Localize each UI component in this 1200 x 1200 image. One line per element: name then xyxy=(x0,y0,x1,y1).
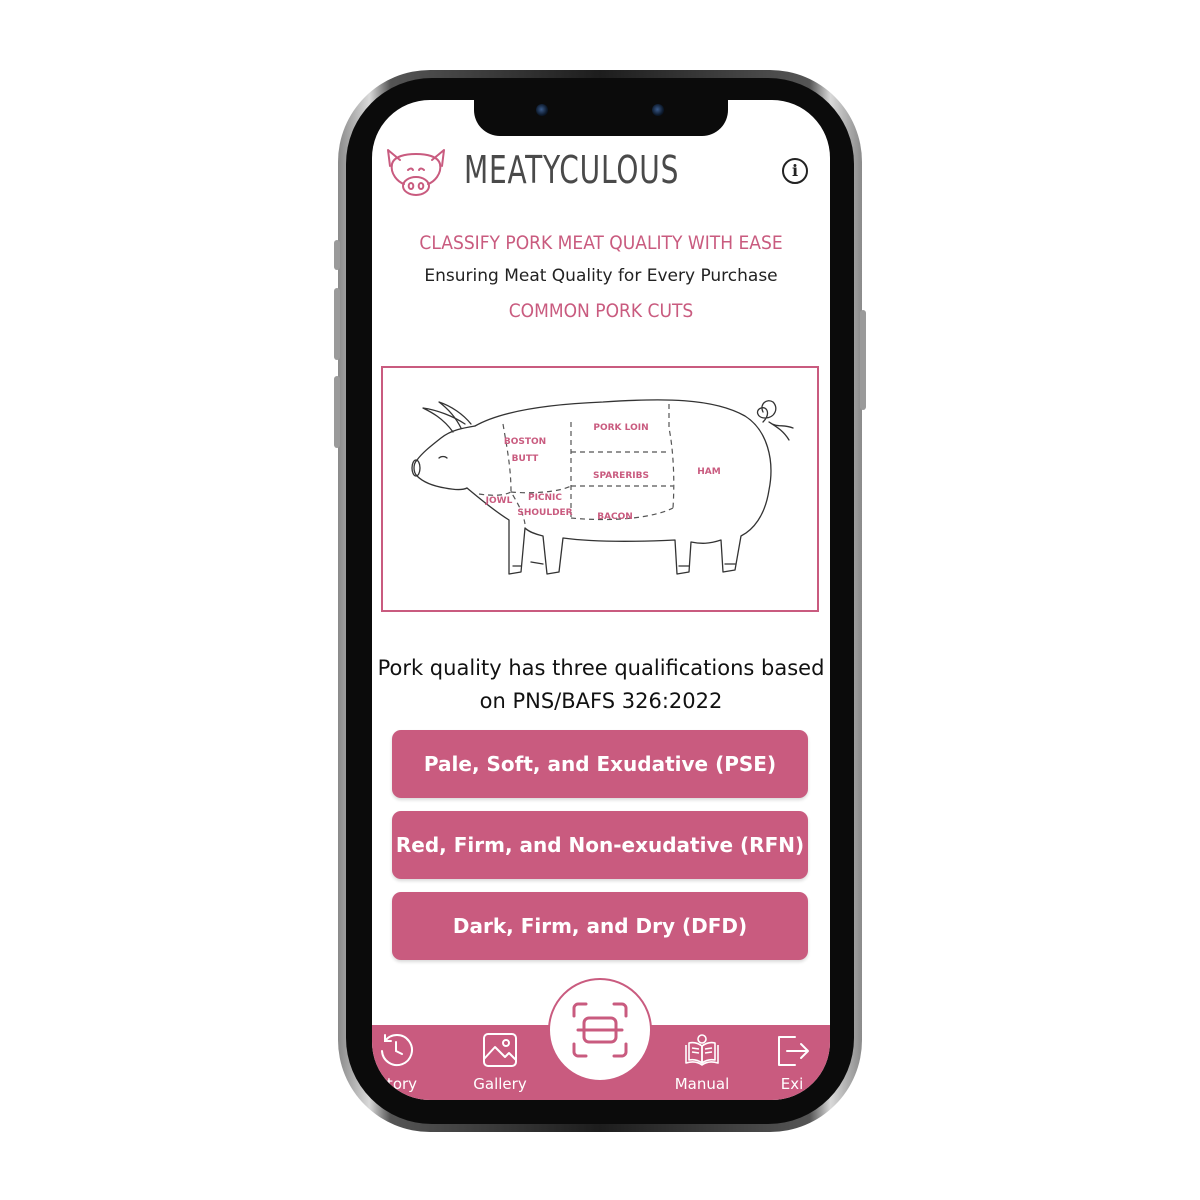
tagline: Ensuring Meat Quality for Every Purchase xyxy=(424,266,778,286)
label-spareribs: SPARERIBS xyxy=(593,471,649,481)
exit-icon xyxy=(778,1036,809,1066)
section-title: COMMON PORK CUTS xyxy=(508,300,694,322)
left-side-button-1 xyxy=(334,240,340,270)
headline: CLASSIFY PORK MEAT QUALITY WITH EASE xyxy=(419,232,783,254)
left-side-button-3 xyxy=(334,376,340,448)
qualifications-intro-line1: Pork quality has three qualifications ba… xyxy=(377,656,825,680)
label-shoulder: SHOULDER xyxy=(517,508,572,518)
nav-exit[interactable]: Exi xyxy=(762,1025,822,1100)
brand-name: MEATYCULOUS xyxy=(464,148,680,192)
scan-frame-icon xyxy=(572,1002,628,1058)
front-camera-left xyxy=(536,104,548,116)
left-side-button-2 xyxy=(334,288,340,360)
info-circle-icon[interactable]: i xyxy=(782,158,808,184)
history-clock-icon xyxy=(381,1034,413,1067)
gallery-image-icon xyxy=(483,1033,517,1067)
label-jowl: JOWL xyxy=(485,496,513,506)
nav-history-label: istory xyxy=(374,1075,418,1093)
scan-button[interactable] xyxy=(548,978,652,1082)
label-pork-loin: PORK LOIN xyxy=(593,423,648,433)
pig-face-icon xyxy=(387,149,445,196)
label-butt: BUTT xyxy=(512,454,540,464)
right-side-button xyxy=(860,310,866,410)
cut-labels: BOSTON BUTT PORK LOIN SPARERIBS HAM JOWL… xyxy=(485,423,721,522)
qualifications-intro-line2: on PNS/BAFS 326:2022 xyxy=(479,689,723,713)
nav-history[interactable]: istory xyxy=(372,1025,438,1100)
nav-manual[interactable]: Manual xyxy=(660,1025,744,1100)
app-screen: MEATYCULOUS i CLASSIFY PORK MEAT QUALITY… xyxy=(372,100,830,1100)
label-ham: HAM xyxy=(697,467,720,477)
dfd-button[interactable]: Dark, Firm, and Dry (DFD) xyxy=(392,892,808,960)
nav-gallery-label: Gallery xyxy=(473,1075,527,1093)
pork-cuts-diagram: BOSTON BUTT PORK LOIN SPARERIBS HAM JOWL… xyxy=(381,366,819,612)
label-bacon: BACON xyxy=(597,512,633,522)
nav-exit-label: Exi xyxy=(780,1075,804,1093)
manual-book-icon xyxy=(685,1034,719,1066)
qualifications-intro: Pork quality has three qualifications ba… xyxy=(372,652,830,718)
label-boston: BOSTON xyxy=(504,437,546,447)
nav-gallery[interactable]: Gallery xyxy=(458,1025,542,1100)
rfn-button[interactable]: Red, Firm, and Non-exudative (RFN) xyxy=(392,811,808,879)
front-camera-right xyxy=(652,104,664,116)
phone-notch xyxy=(474,96,728,136)
label-picnic: PICNIC xyxy=(528,493,562,503)
pse-button[interactable]: Pale, Soft, and Exudative (PSE) xyxy=(392,730,808,798)
nav-manual-label: Manual xyxy=(674,1075,730,1093)
pig-illustration: BOSTON BUTT PORK LOIN SPARERIBS HAM JOWL… xyxy=(411,399,794,575)
